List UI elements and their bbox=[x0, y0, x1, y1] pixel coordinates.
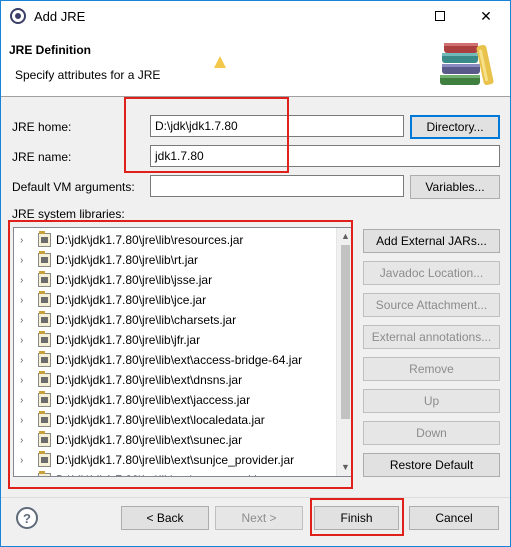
jar-icon bbox=[38, 231, 51, 247]
directory-button[interactable]: Directory... bbox=[410, 115, 500, 139]
jar-icon bbox=[38, 271, 51, 287]
page-subtitle: Specify attributes for a JRE bbox=[15, 68, 161, 82]
jar-icon bbox=[38, 451, 51, 467]
list-scrollbar[interactable]: ▲ ▼ bbox=[336, 228, 352, 476]
expand-chevron-icon[interactable]: › bbox=[20, 235, 28, 246]
jar-icon bbox=[38, 251, 51, 267]
jre-name-label: JRE name: bbox=[12, 150, 72, 164]
scroll-thumb[interactable] bbox=[341, 245, 350, 419]
expand-chevron-icon[interactable]: › bbox=[20, 455, 28, 466]
library-path: D:\jdk\jdk1.7.80\jre\lib\ext\jaccess.jar bbox=[56, 393, 251, 407]
jar-icon bbox=[38, 351, 51, 367]
library-path: D:\jdk\jdk1.7.80\jre\lib\ext\access-brid… bbox=[56, 353, 303, 367]
expand-chevron-icon[interactable]: › bbox=[20, 275, 28, 286]
list-item[interactable]: › D:\jdk\jdk1.7.80\jre\lib\ext\localedata… bbox=[14, 410, 336, 430]
close-icon: ✕ bbox=[480, 7, 492, 24]
vm-args-field[interactable] bbox=[150, 175, 404, 197]
jar-icon bbox=[38, 291, 51, 307]
jar-icon bbox=[38, 391, 51, 407]
back-button[interactable]: < Back bbox=[121, 506, 209, 530]
expand-chevron-icon[interactable]: › bbox=[20, 435, 28, 446]
maximize-icon bbox=[435, 11, 445, 21]
expand-chevron-icon[interactable]: › bbox=[20, 375, 28, 386]
expand-chevron-icon[interactable]: › bbox=[20, 295, 28, 306]
library-path: D:\jdk\jdk1.7.80\jre\lib\ext\localedata.… bbox=[56, 413, 265, 427]
scroll-down-icon[interactable]: ▼ bbox=[341, 463, 350, 472]
page-title: JRE Definition bbox=[9, 43, 92, 57]
next-button[interactable]: Next > bbox=[215, 506, 303, 530]
list-item[interactable]: › D:\jdk\jdk1.7.80\jre\lib\ext\sunmscapi.… bbox=[14, 470, 336, 477]
help-icon[interactable]: ? bbox=[16, 507, 38, 529]
library-path: D:\jdk\jdk1.7.80\jre\lib\rt.jar bbox=[56, 253, 199, 267]
expand-chevron-icon[interactable]: › bbox=[20, 395, 28, 406]
add-external-jars-button[interactable]: Add External JARs... bbox=[363, 229, 500, 253]
scroll-up-icon[interactable]: ▲ bbox=[341, 232, 350, 241]
list-item[interactable]: › D:\jdk\jdk1.7.80\jre\lib\ext\access-bri… bbox=[14, 350, 336, 370]
library-path: D:\jdk\jdk1.7.80\jre\lib\resources.jar bbox=[56, 233, 244, 247]
remove-button[interactable]: Remove bbox=[363, 357, 500, 381]
footer-divider bbox=[1, 497, 510, 498]
library-path: D:\jdk\jdk1.7.80\jre\lib\jfr.jar bbox=[56, 333, 201, 347]
list-item[interactable]: › D:\jdk\jdk1.7.80\jre\lib\ext\sunec.jar bbox=[14, 430, 336, 450]
jar-icon bbox=[38, 431, 51, 447]
cursor-icon bbox=[214, 56, 226, 68]
jar-icon bbox=[38, 411, 51, 427]
down-button[interactable]: Down bbox=[363, 421, 500, 445]
expand-chevron-icon[interactable]: › bbox=[20, 475, 28, 477]
vm-args-label: Default VM arguments: bbox=[12, 180, 135, 194]
jre-name-field[interactable]: jdk1.7.80 bbox=[150, 145, 500, 167]
expand-chevron-icon[interactable]: › bbox=[20, 315, 28, 326]
maximize-button[interactable] bbox=[417, 1, 463, 31]
expand-chevron-icon[interactable]: › bbox=[20, 335, 28, 346]
library-path: D:\jdk\jdk1.7.80\jre\lib\ext\sunec.jar bbox=[56, 433, 243, 447]
jre-libraries-list[interactable]: › D:\jdk\jdk1.7.80\jre\lib\resources.jar ›… bbox=[13, 227, 353, 477]
list-item[interactable]: › D:\jdk\jdk1.7.80\jre\lib\ext\jaccess.ja… bbox=[14, 390, 336, 410]
jar-icon bbox=[38, 311, 51, 327]
javadoc-location-button[interactable]: Javadoc Location... bbox=[363, 261, 500, 285]
jre-home-field[interactable]: D:\jdk\jdk1.7.80 bbox=[150, 115, 404, 137]
jar-icon bbox=[38, 471, 51, 476]
books-icon bbox=[440, 43, 494, 86]
window-title: Add JRE bbox=[34, 9, 86, 24]
finish-button[interactable]: Finish bbox=[314, 506, 399, 530]
list-item[interactable]: › D:\jdk\jdk1.7.80\jre\lib\ext\sunjce_pro… bbox=[14, 450, 336, 470]
library-path: D:\jdk\jdk1.7.80\jre\lib\ext\sunjce_prov… bbox=[56, 453, 295, 467]
jre-home-label: JRE home: bbox=[12, 120, 72, 134]
external-annotations-button[interactable]: External annotations... bbox=[363, 325, 500, 349]
up-button[interactable]: Up bbox=[363, 389, 500, 413]
title-bar: Add JRE ✕ bbox=[1, 1, 510, 31]
close-button[interactable]: ✕ bbox=[463, 1, 509, 31]
library-path: D:\jdk\jdk1.7.80\jre\lib\ext\dnsns.jar bbox=[56, 373, 243, 387]
library-path: D:\jdk\jdk1.7.80\jre\lib\ext\sunmscapi.j… bbox=[56, 473, 267, 476]
add-jre-dialog: Add JRE ✕ JRE Definition Specify attribu… bbox=[0, 0, 511, 547]
library-path: D:\jdk\jdk1.7.80\jre\lib\charsets.jar bbox=[56, 313, 237, 327]
jar-icon bbox=[38, 331, 51, 347]
list-item[interactable]: › D:\jdk\jdk1.7.80\jre\lib\rt.jar bbox=[14, 250, 336, 270]
list-item[interactable]: › D:\jdk\jdk1.7.80\jre\lib\jsse.jar bbox=[14, 270, 336, 290]
cancel-button[interactable]: Cancel bbox=[409, 506, 499, 530]
jre-libraries-label: JRE system libraries: bbox=[12, 207, 125, 221]
library-path: D:\jdk\jdk1.7.80\jre\lib\jce.jar bbox=[56, 293, 207, 307]
list-item[interactable]: › D:\jdk\jdk1.7.80\jre\lib\resources.jar bbox=[14, 230, 336, 250]
expand-chevron-icon[interactable]: › bbox=[20, 415, 28, 426]
variables-button[interactable]: Variables... bbox=[410, 175, 500, 199]
list-item[interactable]: › D:\jdk\jdk1.7.80\jre\lib\charsets.jar bbox=[14, 310, 336, 330]
list-item[interactable]: › D:\jdk\jdk1.7.80\jre\lib\ext\dnsns.jar bbox=[14, 370, 336, 390]
restore-default-button[interactable]: Restore Default bbox=[363, 453, 500, 477]
eclipse-icon bbox=[10, 8, 26, 24]
library-path: D:\jdk\jdk1.7.80\jre\lib\jsse.jar bbox=[56, 273, 213, 287]
list-item[interactable]: › D:\jdk\jdk1.7.80\jre\lib\jce.jar bbox=[14, 290, 336, 310]
source-attachment-button[interactable]: Source Attachment... bbox=[363, 293, 500, 317]
jar-icon bbox=[38, 371, 51, 387]
wizard-header: JRE Definition Specify attributes for a … bbox=[1, 31, 510, 97]
expand-chevron-icon[interactable]: › bbox=[20, 355, 28, 366]
expand-chevron-icon[interactable]: › bbox=[20, 255, 28, 266]
list-item[interactable]: › D:\jdk\jdk1.7.80\jre\lib\jfr.jar bbox=[14, 330, 336, 350]
